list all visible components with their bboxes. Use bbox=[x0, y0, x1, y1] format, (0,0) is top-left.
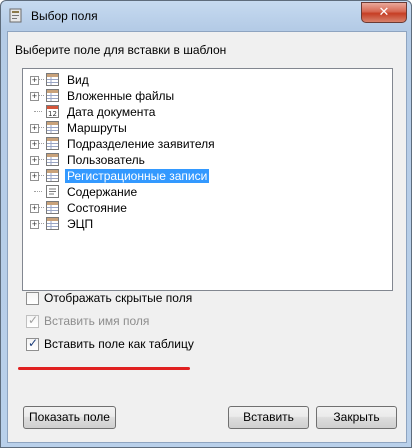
tree-item[interactable]: + Состояние bbox=[23, 200, 383, 216]
close-icon: ✕ bbox=[378, 4, 390, 19]
table-icon bbox=[46, 121, 59, 134]
table-icon bbox=[46, 217, 59, 230]
tree-connector-line bbox=[34, 191, 42, 192]
checkbox-box[interactable]: ✓ bbox=[26, 336, 39, 351]
tree-item[interactable]: + Вложенные файлы bbox=[23, 88, 383, 104]
tree-item[interactable]: + Регистрационные записи bbox=[23, 168, 383, 184]
checkbox-box[interactable]: ✓ bbox=[26, 313, 39, 328]
tree-item[interactable]: + Вид bbox=[23, 72, 383, 88]
table-icon bbox=[46, 73, 59, 86]
svg-text:12: 12 bbox=[48, 110, 57, 118]
tree-item[interactable]: Содержание bbox=[23, 184, 383, 200]
annotation-underline bbox=[18, 367, 190, 370]
expand-plus-icon[interactable]: + bbox=[30, 220, 39, 229]
tree-item-label[interactable]: Состояние bbox=[65, 201, 129, 215]
tree-connector-line bbox=[39, 79, 44, 80]
expand-plus-icon[interactable]: + bbox=[30, 76, 39, 85]
window-title: Выбор поля bbox=[31, 9, 98, 23]
field-tree[interactable]: + Вид + Вложенные файлы 12 Дата документа + Мар… bbox=[22, 68, 393, 291]
tree-item-label[interactable]: Подразделение заявителя bbox=[65, 137, 217, 151]
tree-connector-line bbox=[39, 223, 44, 224]
tree-item-label[interactable]: ЭЦП bbox=[65, 217, 95, 231]
dialog-body: Выберите поле для вставки в шаблон + Вид +… bbox=[7, 31, 407, 443]
tree-item-label[interactable]: Регистрационные записи bbox=[65, 169, 210, 183]
tree-item[interactable]: + ЭЦП bbox=[23, 216, 383, 232]
table-icon bbox=[46, 169, 59, 182]
close-window-button[interactable]: ✕ bbox=[361, 2, 407, 23]
checkmark-icon: ✓ bbox=[28, 313, 39, 327]
show-hidden-fields-label[interactable]: Отображать скрытые поля bbox=[44, 291, 192, 305]
tree-connector-line bbox=[39, 207, 44, 208]
tree-connector-line bbox=[39, 175, 44, 176]
table-icon bbox=[46, 89, 59, 102]
tree-item-label[interactable]: Маршруты bbox=[65, 121, 129, 135]
insert-as-table-label[interactable]: Вставить поле как таблицу bbox=[44, 337, 194, 351]
calendar-icon: 12 bbox=[46, 105, 59, 118]
tree-item[interactable]: + Маршруты bbox=[23, 120, 383, 136]
insert-field-name-label[interactable]: Вставить имя поля bbox=[44, 314, 149, 328]
tree-item-label[interactable]: Пользователь bbox=[65, 153, 147, 167]
table-icon bbox=[46, 153, 59, 166]
tree-item-label[interactable]: Дата документа bbox=[65, 105, 157, 119]
text-field-icon bbox=[46, 185, 59, 198]
show-field-button[interactable]: Показать поле bbox=[23, 406, 116, 429]
checkmark-icon: ✓ bbox=[28, 336, 39, 350]
tree-connector-line bbox=[39, 143, 44, 144]
close-button[interactable]: Закрыть bbox=[316, 406, 397, 429]
expand-plus-icon[interactable]: + bbox=[30, 156, 39, 165]
table-icon bbox=[46, 201, 59, 214]
expand-plus-icon[interactable]: + bbox=[30, 124, 39, 133]
tree-item[interactable]: 12 Дата документа bbox=[23, 104, 383, 120]
table-icon bbox=[46, 137, 59, 150]
tree-connector-line bbox=[39, 95, 44, 96]
title-bar[interactable]: Выбор поля ✕ bbox=[1, 1, 411, 31]
dialog-window: Выбор поля ✕ Выберите поле для вставки в… bbox=[0, 0, 412, 448]
tree-connector-line bbox=[34, 111, 42, 112]
insert-button[interactable]: Вставить bbox=[228, 406, 309, 429]
tree-connector-line bbox=[39, 159, 44, 160]
app-icon bbox=[9, 8, 22, 23]
expand-plus-icon[interactable]: + bbox=[30, 92, 39, 101]
tree-item-label[interactable]: Содержание bbox=[65, 185, 139, 199]
expand-plus-icon[interactable]: + bbox=[30, 140, 39, 149]
tree-item-label[interactable]: Вложенные файлы bbox=[65, 89, 176, 103]
tree-connector-line bbox=[39, 127, 44, 128]
expand-plus-icon[interactable]: + bbox=[30, 172, 39, 181]
tree-item[interactable]: + Подразделение заявителя bbox=[23, 136, 383, 152]
checkbox-box[interactable] bbox=[26, 292, 39, 305]
expand-plus-icon[interactable]: + bbox=[30, 204, 39, 213]
tree-item-label[interactable]: Вид bbox=[65, 73, 91, 87]
tree-item[interactable]: + Пользователь bbox=[23, 152, 383, 168]
prompt-label: Выберите поле для вставки в шаблон bbox=[15, 43, 227, 57]
